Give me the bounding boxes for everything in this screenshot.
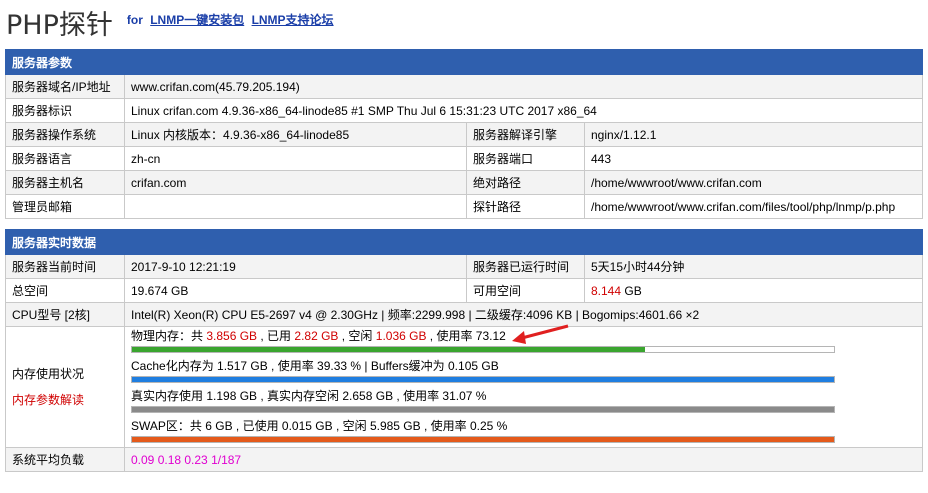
table-row: 服务器当前时间 2017-9-10 12:21:19 服务器已运行时间 5天15…: [5, 254, 924, 279]
realtime-table: 服务器实时数据 服务器当前时间 2017-9-10 12:21:19 服务器已运…: [4, 229, 924, 472]
table-row: CPU型号 [2核] Intel(R) Xeon(R) CPU E5-2697 …: [5, 302, 924, 327]
table-row: 服务器标识 Linux crifan.com 4.9.36-x86_64-lin…: [5, 98, 924, 123]
lnmp-install-link[interactable]: LNMP一键安装包: [150, 13, 244, 27]
total-space-value: 19.674 GB: [124, 278, 467, 303]
domain-value: www.crifan.com(45.79.205.194): [123, 74, 924, 99]
physical-memory-bar: [131, 346, 835, 353]
table-row: 系统平均负载 0.09 0.18 0.23 1/187: [5, 447, 924, 472]
lang-label: 服务器语言: [5, 146, 125, 171]
swap-memory-text: SWAP区：共 6 GB , 已使用 0.015 GB , 空闲 5.985 G…: [131, 419, 508, 433]
server-params-table: 服务器参数 服务器域名/IP地址 www.crifan.com(45.79.20…: [4, 49, 924, 219]
physical-memory-bar-fill: [132, 347, 646, 352]
section-title-server-params: 服务器参数: [4, 49, 924, 75]
memory-usage-label: 内存使用状况: [12, 367, 85, 381]
admin-value: [124, 194, 467, 219]
total-space-label: 总空间: [5, 278, 125, 303]
swap-memory-bar: [131, 436, 835, 443]
page-title: PHP探针: [6, 10, 113, 41]
table-row: 内存使用状况 内存参数解读 物理内存：共 3.856 GB , 已用 2.82 …: [5, 326, 924, 448]
physical-used: 2.82 GB: [294, 329, 339, 343]
physical-used-prefix: , 已用: [257, 329, 295, 343]
host-label: 服务器主机名: [5, 170, 125, 195]
cpu-label: CPU型号 [2核]: [5, 302, 125, 327]
real-memory-bar: [131, 406, 835, 413]
physical-total: 3.856 GB: [206, 329, 258, 343]
table-row: 服务器域名/IP地址 www.crifan.com(45.79.205.194): [5, 74, 924, 99]
free-space-unit: GB: [621, 283, 642, 298]
physical-free: 1.036 GB: [375, 329, 427, 343]
cache-memory-text: Cache化内存为 1.517 GB , 使用率 39.33 % | Buffe…: [131, 359, 499, 373]
memory-label-cell: 内存使用状况 内存参数解读: [5, 326, 125, 448]
section-title-realtime: 服务器实时数据: [4, 229, 924, 255]
abspath-value: /home/wwwroot/www.crifan.com: [583, 170, 924, 195]
abspath-label: 绝对路径: [466, 170, 585, 195]
table-row: 总空间 19.674 GB 可用空间 8.144 GB: [5, 278, 924, 303]
load-label: 系统平均负载: [5, 447, 125, 472]
uptime-value: 5天15小时44分钟: [583, 254, 924, 279]
table-row: 服务器主机名 crifan.com 绝对路径 /home/wwwroot/www…: [5, 170, 924, 195]
free-space-value: 8.144 GB: [583, 278, 924, 303]
arrow-shaft: [517, 324, 569, 341]
lnmp-forum-link[interactable]: LNMP支持论坛: [252, 13, 334, 27]
header-links: for LNMP一键安装包 LNMP支持论坛: [127, 11, 334, 28]
domain-label: 服务器域名/IP地址: [5, 74, 125, 99]
engine-value: nginx/1.12.1: [583, 122, 924, 147]
arrow-head: [512, 331, 526, 344]
port-label: 服务器端口: [466, 146, 585, 171]
port-value: 443: [583, 146, 924, 171]
probepath-label: 探针路径: [466, 194, 585, 219]
host-value: crifan.com: [124, 170, 467, 195]
cache-memory-bar: [131, 376, 835, 383]
physical-rate-text: , 使用率 73.12: [426, 329, 506, 343]
memory-explain-link[interactable]: 内存参数解读: [12, 387, 118, 413]
table-row: 管理员邮箱 探针路径 /home/wwwroot/www.crifan.com/…: [5, 194, 924, 219]
table-row: 服务器语言 zh-cn 服务器端口 443: [5, 146, 924, 171]
os-value: Linux 内核版本：4.9.36-x86_64-linode85: [124, 122, 467, 147]
free-space-number: 8.144: [591, 283, 622, 298]
time-value: 2017-9-10 12:21:19: [124, 254, 467, 279]
swap-memory-bar-fill: [132, 437, 834, 442]
engine-label: 服务器解译引擎: [466, 122, 585, 147]
cache-memory-bar-fill: [132, 377, 834, 382]
real-memory-bar-fill: [132, 407, 834, 412]
for-label: for: [126, 13, 143, 27]
real-memory-text: 真实内存使用 1.198 GB , 真实内存空闲 2.658 GB , 使用率 …: [131, 389, 487, 403]
probepath-value: /home/wwwroot/www.crifan.com/files/tool/…: [583, 194, 924, 219]
ident-label: 服务器标识: [5, 98, 125, 123]
uptime-label: 服务器已运行时间: [466, 254, 585, 279]
admin-label: 管理员邮箱: [5, 194, 125, 219]
physical-free-prefix: , 空闲: [338, 329, 376, 343]
ident-value: Linux crifan.com 4.9.36-x86_64-linode85 …: [123, 98, 924, 123]
os-label: 服务器操作系统: [5, 122, 125, 147]
page-header: PHP探针 for LNMP一键安装包 LNMP支持论坛: [6, 2, 334, 42]
lang-value: zh-cn: [124, 146, 467, 171]
red-arrow-icon: [512, 324, 569, 344]
free-space-label: 可用空间: [466, 278, 585, 303]
load-value: 0.09 0.18 0.23 1/187: [123, 447, 924, 472]
physical-prefix: 物理内存：共: [131, 329, 207, 343]
table-row: 服务器操作系统 Linux 内核版本：4.9.36-x86_64-linode8…: [5, 122, 924, 147]
time-label: 服务器当前时间: [5, 254, 125, 279]
